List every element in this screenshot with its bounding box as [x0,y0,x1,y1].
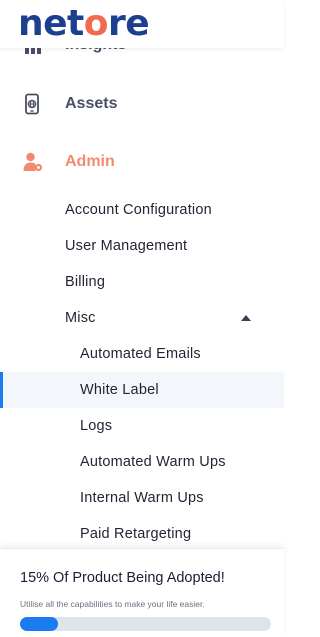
user-gear-icon [23,152,43,172]
submenu-item-label: Automated Warm Ups [80,454,226,470]
sidebar-item-label: Assets [65,95,118,112]
sidebar-item-label: Admin [65,153,115,170]
submenu-item-label: White Label [80,382,159,398]
submenu-item-label: Logs [80,418,113,434]
submenu-item-label: User Management [65,238,188,254]
submenu-item-label: Paid Retargeting [80,526,192,542]
active-indicator [0,372,3,408]
adoption-subtitle: Utilise all the capabilities to make you… [20,599,205,609]
adoption-progress-bar [20,617,271,631]
submenu-item-misc[interactable]: Misc [0,300,284,336]
submenu-item-paid-retargeting[interactable]: Paid Retargeting [0,516,284,552]
submenu-item-automated-warm-ups[interactable]: Automated Warm Ups [0,444,284,480]
submenu-item-white-label[interactable]: White Label [0,372,284,408]
sidebar-item-assets[interactable]: Assets [0,84,284,124]
phone-globe-icon [25,93,39,115]
caret-up-icon[interactable] [240,314,252,322]
submenu-item-label: Account Configuration [65,202,212,218]
adoption-progress-fill [20,617,58,631]
submenu-item-label: Billing [65,274,106,290]
submenu-item-label: Internal Warm Ups [80,490,204,506]
submenu-item-internal-warm-ups[interactable]: Internal Warm Ups [0,480,284,516]
header: netore [0,0,284,48]
submenu-item-label: Automated Emails [80,346,201,362]
adoption-title: 15% Of Product Being Adopted! [20,570,225,586]
submenu-item-logs[interactable]: Logs [0,408,284,444]
sidebar-item-admin[interactable]: Admin [0,142,284,182]
logo-accent-o: o [83,3,109,44]
submenu-item-user-management[interactable]: User Management [0,228,284,264]
submenu-item-billing[interactable]: Billing [0,264,284,300]
submenu-item-account-configuration[interactable]: Account Configuration [0,192,284,228]
submenu-item-automated-emails[interactable]: Automated Emails [0,336,284,372]
netcore-logo[interactable]: netore [18,3,150,44]
submenu-item-label: Misc [65,310,96,326]
